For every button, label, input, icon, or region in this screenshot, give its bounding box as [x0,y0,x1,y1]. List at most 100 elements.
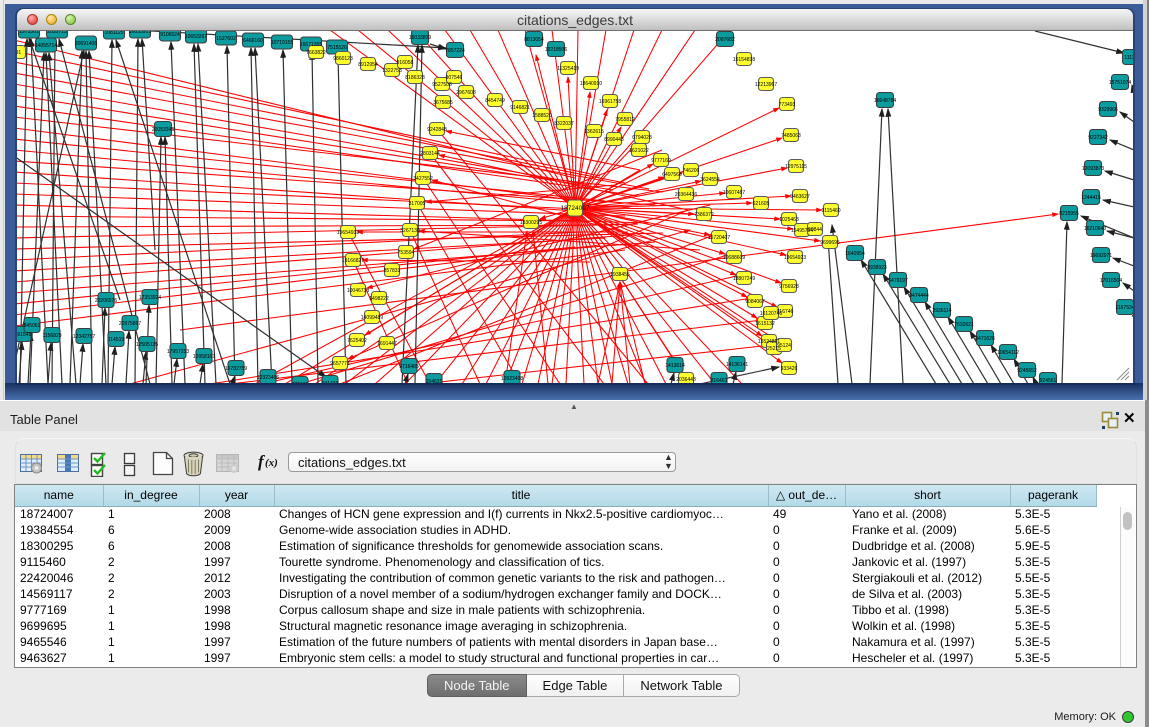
svg-text:1615132: 1615132 [755,321,775,327]
svg-text:15751074: 15751074 [1109,80,1131,86]
svg-text:746206: 746206 [683,168,700,174]
svg-text:3427552: 3427552 [413,176,433,182]
svg-text:2036443: 2036443 [676,377,696,383]
svg-text:1973561: 1973561 [19,31,39,35]
svg-text:20691406: 20691406 [75,41,97,47]
svg-text:8938923: 8938923 [867,265,887,271]
svg-text:18807249: 18807249 [733,276,755,282]
svg-text:10923468: 10923468 [501,376,523,382]
svg-text:8471626: 8471626 [975,336,995,342]
svg-text:12505135: 12505135 [136,342,158,348]
svg-text:9463627: 9463627 [790,194,810,200]
svg-text:9777169: 9777169 [651,158,671,164]
svg-text:9474444: 9474444 [909,293,929,299]
svg-text:18300295: 18300295 [520,220,542,226]
svg-text:1025463: 1025463 [779,217,799,223]
svg-text:8322037: 8322037 [554,121,574,127]
svg-text:7663822: 7663822 [306,50,326,56]
svg-text:14136141: 14136141 [726,362,748,368]
svg-text:1167534: 1167534 [1115,305,1133,311]
svg-text:916058: 916058 [397,60,414,66]
svg-text:12213967: 12213967 [755,82,777,88]
svg-text:17957253: 17957253 [167,349,189,355]
svg-text:17353924: 17353924 [139,295,161,301]
svg-text:941433: 941433 [322,381,339,383]
svg-text:9657771: 9657771 [330,361,350,367]
svg-text:924561: 924561 [1040,378,1057,383]
svg-text:16154838: 16154838 [733,57,755,63]
svg-text:10607487: 10607487 [723,190,745,196]
svg-text:6794028: 6794028 [632,135,652,141]
svg-text:19166827: 19166827 [342,258,364,264]
svg-text:933426: 933426 [781,366,798,372]
svg-text:2803144: 2803144 [420,151,440,157]
svg-text:11123: 11123 [1124,55,1133,61]
svg-text:90844: 90844 [808,227,822,233]
svg-text:19218506: 19218506 [545,47,567,53]
svg-text:391: 391 [17,50,21,56]
svg-text:9329966: 9329966 [1098,107,1118,113]
svg-text:10688609: 10688609 [723,255,745,261]
svg-text:9242848: 9242848 [427,127,447,133]
svg-text:857833: 857833 [384,268,401,274]
svg-text:3624554: 3624554 [700,177,720,183]
svg-text:773493: 773493 [779,102,796,108]
svg-text:7386372: 7386372 [694,212,714,218]
svg-text:1244415: 1244415 [1081,195,1101,201]
svg-text:18640910: 18640910 [580,81,602,87]
svg-text:9227342: 9227342 [1088,135,1108,141]
svg-text:154631: 154631 [426,379,443,383]
svg-text:(x): (x) [265,457,278,469]
svg-text:12975115: 12975115 [785,164,807,170]
svg-text:8912954: 8912954 [358,62,378,68]
svg-text:9756928: 9756928 [779,284,799,290]
svg-text:907546: 907546 [446,75,463,81]
svg-text:14055714: 14055714 [35,43,57,49]
svg-text:1156829: 1156829 [42,333,61,339]
svg-text:9115460: 9115460 [821,208,840,214]
svg-text:1640954: 1640954 [845,251,865,257]
svg-text:6497568: 6497568 [662,172,682,178]
svg-text:114519: 114519 [108,337,125,343]
svg-text:1362615: 1362615 [584,129,604,135]
svg-text:1081129: 1081129 [104,31,123,36]
svg-text:20364436: 20364436 [675,192,697,198]
svg-text:17016504: 17016504 [1100,278,1122,284]
svg-text:317005: 317005 [409,201,426,207]
svg-text:8990443: 8990443 [604,137,624,143]
svg-text:8186328: 8186328 [405,75,425,81]
svg-text:7625402: 7625402 [347,338,367,344]
svg-text:6479197: 6479197 [888,278,908,284]
svg-text:16671355: 16671355 [300,42,322,48]
svg-text:12342757: 12342757 [73,334,95,340]
svg-text:19654923: 19654923 [784,255,806,261]
svg-text:18724007: 18724007 [561,205,590,212]
svg-text:15720407: 15720407 [708,235,730,241]
svg-text:1621022: 1621022 [629,148,649,154]
svg-text:19654933: 19654933 [337,230,359,236]
svg-text:20053346: 20053346 [152,127,174,133]
svg-text:771133: 771133 [292,382,309,383]
svg-text:95124: 95124 [777,343,791,349]
svg-text:9527508: 9527508 [432,82,452,88]
svg-text:9106524: 9106524 [160,32,180,38]
svg-text:9245652: 9245652 [1017,368,1037,374]
svg-text:2055713: 2055713 [47,31,67,35]
svg-text:20206576: 20206576 [95,298,117,304]
svg-text:10653267: 10653267 [185,34,207,40]
svg-text:2087682: 2087682 [715,37,735,43]
svg-text:7485063: 7485063 [781,133,801,139]
svg-text:8454749: 8454749 [485,98,505,104]
svg-text:1322753: 1322753 [382,68,402,74]
svg-text:19692971: 19692971 [1090,253,1112,259]
svg-text:1588520: 1588520 [532,113,552,119]
svg-text:816463: 816463 [711,378,728,383]
svg-text:16033809: 16033809 [409,35,431,41]
svg-text:10046738: 10046738 [347,288,369,294]
svg-text:8215955: 8215955 [1059,211,1079,217]
svg-text:10654112: 10654112 [997,350,1019,356]
svg-text:2967608: 2967608 [456,90,476,96]
svg-text:9146821: 9146821 [510,105,530,111]
svg-text:16782759: 16782759 [225,366,247,372]
svg-text:7955812: 7955812 [615,117,635,123]
